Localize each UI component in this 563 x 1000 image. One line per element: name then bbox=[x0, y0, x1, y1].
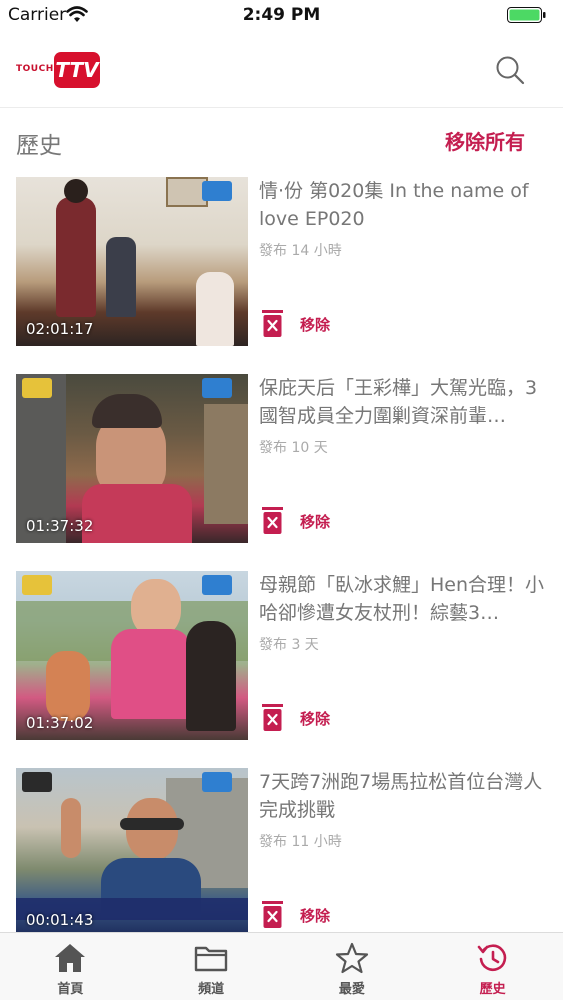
status-bar: Carrier 2:49 PM bbox=[0, 0, 563, 30]
search-icon[interactable] bbox=[495, 55, 525, 85]
tab-favorites[interactable]: 最愛 bbox=[282, 933, 423, 1000]
tab-label: 歷史 bbox=[479, 982, 506, 997]
tab-home[interactable]: 首頁 bbox=[0, 933, 141, 1000]
history-icon bbox=[477, 944, 506, 972]
remove-button[interactable]: 移除 bbox=[262, 309, 352, 339]
trash-icon bbox=[262, 507, 283, 534]
tab-history[interactable]: 歷史 bbox=[422, 933, 563, 1000]
tab-bar: 首頁 頻道 最愛 歷史 bbox=[0, 932, 563, 1000]
folder-icon bbox=[194, 946, 228, 972]
battery-icon bbox=[507, 7, 546, 23]
remove-label: 移除 bbox=[300, 710, 331, 728]
logo-touch-text: TOUCH bbox=[16, 64, 54, 74]
video-title[interactable]: 保庇天后「王彩樺」大駕光臨，3國智成員全力圍剿資深前輩… bbox=[259, 374, 549, 430]
history-item: 01:37:32 保庇天后「王彩樺」大駕光臨，3國智成員全力圍剿資深前輩… 發布… bbox=[0, 369, 563, 566]
tab-label: 首頁 bbox=[57, 982, 84, 997]
remove-button[interactable]: 移除 bbox=[262, 506, 352, 536]
video-duration: 01:37:32 bbox=[26, 517, 94, 535]
tab-channels[interactable]: 頻道 bbox=[141, 933, 282, 1000]
trash-icon bbox=[262, 704, 283, 731]
touch-ttv-logo[interactable]: TOUCH TTV bbox=[16, 52, 100, 88]
remove-button[interactable]: 移除 bbox=[262, 900, 352, 930]
video-published: 發布 3 天 bbox=[259, 637, 319, 653]
remove-label: 移除 bbox=[300, 907, 331, 925]
video-duration: 02:01:17 bbox=[26, 320, 94, 338]
video-title[interactable]: 母親節「臥冰求鯉」Hen合理！小哈卻慘遭女友杖刑！綜藝3… bbox=[259, 571, 549, 627]
video-title[interactable]: 情·份 第020集 In the name of love EP020 bbox=[259, 177, 549, 233]
video-published: 發布 10 天 bbox=[259, 440, 328, 456]
trash-icon bbox=[262, 901, 283, 928]
history-item: 02:01:17 情·份 第020集 In the name of love E… bbox=[0, 172, 563, 369]
remove-label: 移除 bbox=[300, 513, 331, 531]
remove-all-button[interactable]: 移除所有 bbox=[445, 126, 525, 155]
history-item: 01:37:02 母親節「臥冰求鯉」Hen合理！小哈卻慘遭女友杖刑！綜藝3… 發… bbox=[0, 566, 563, 763]
tab-label: 最愛 bbox=[338, 982, 365, 997]
video-thumbnail[interactable]: 02:01:17 bbox=[16, 177, 248, 346]
video-published: 發布 14 小時 bbox=[259, 243, 342, 259]
video-published: 發布 11 小時 bbox=[259, 834, 342, 850]
video-title[interactable]: 7天跨7洲跑7場馬拉松首位台灣人完成挑戰 bbox=[259, 768, 549, 824]
video-thumbnail[interactable]: 01:37:02 bbox=[16, 571, 248, 740]
app-header: TOUCH TTV bbox=[0, 30, 563, 108]
video-thumbnail[interactable]: 00:01:43 bbox=[16, 768, 248, 937]
section-title: 歷史 bbox=[16, 133, 62, 159]
video-thumbnail[interactable]: 01:37:32 bbox=[16, 374, 248, 543]
tab-label: 頻道 bbox=[198, 982, 225, 997]
clock: 2:49 PM bbox=[242, 5, 321, 25]
home-icon bbox=[55, 944, 86, 972]
history-item: 00:01:43 7天跨7洲跑7場馬拉松首位台灣人完成挑戰 發布 11 小時 移… bbox=[0, 763, 563, 960]
history-section-header: 歷史 移除所有 bbox=[0, 108, 563, 172]
remove-label: 移除 bbox=[300, 316, 331, 334]
remove-button[interactable]: 移除 bbox=[262, 703, 352, 733]
logo-ttv-badge: TTV bbox=[54, 52, 100, 88]
video-duration: 01:37:02 bbox=[26, 714, 94, 732]
trash-icon bbox=[262, 310, 283, 337]
video-duration: 00:01:43 bbox=[26, 911, 94, 929]
star-icon bbox=[335, 942, 368, 974]
